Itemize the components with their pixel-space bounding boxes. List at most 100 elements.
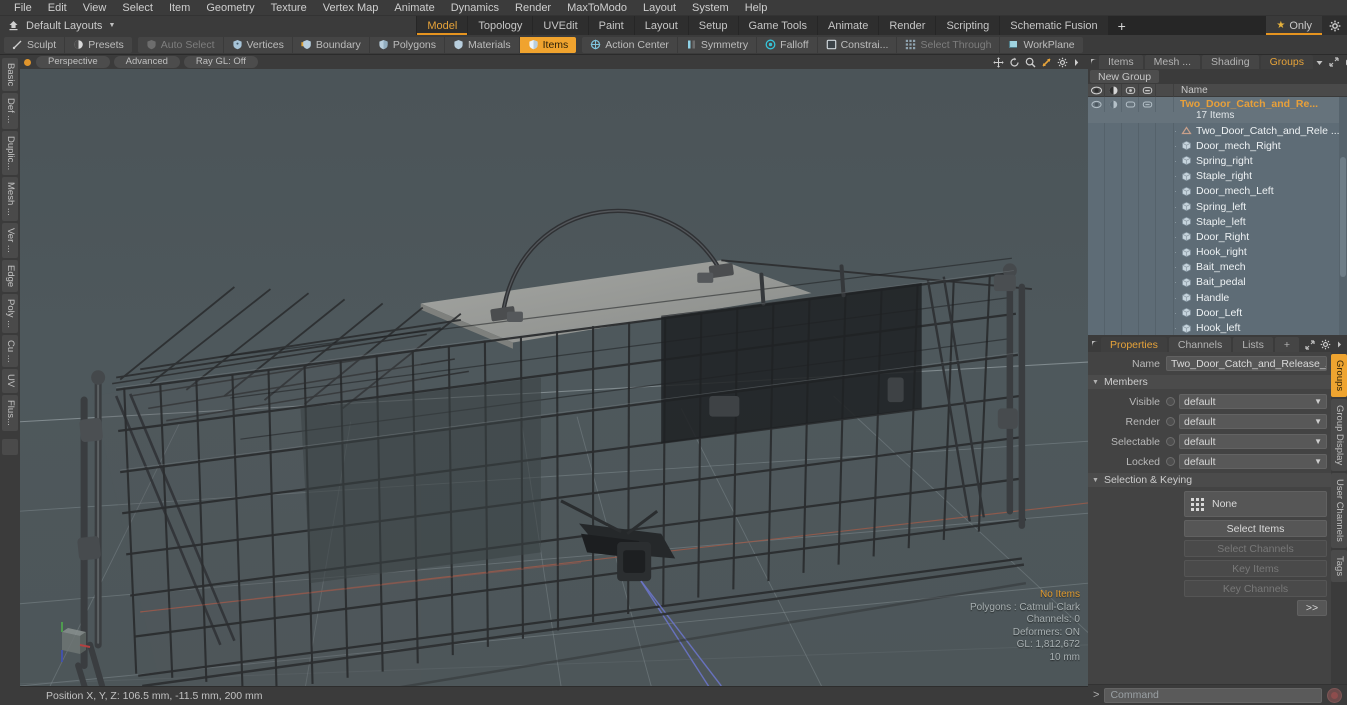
group-render-toggle[interactable] [1105, 97, 1122, 112]
name-field[interactable]: Two_Door_Catch_and_Release_/ [1166, 356, 1327, 371]
more-options-button[interactable]: >> [1297, 600, 1327, 616]
select-items-button[interactable]: Select Items [1184, 520, 1327, 537]
command-input[interactable]: Command [1104, 687, 1322, 703]
add-layout-tab-button[interactable]: + [1109, 18, 1135, 34]
list-item[interactable]: · Staple_right [1088, 169, 1347, 184]
left-tab-duplicate[interactable]: Duplic... [2, 130, 18, 175]
vertices-button[interactable]: Vertices [224, 36, 293, 53]
left-tab-mesh[interactable]: Mesh ... [2, 176, 18, 221]
layout-tab-layout[interactable]: Layout [635, 16, 689, 35]
expand-icon[interactable] [1305, 339, 1315, 350]
selectable-state-icon[interactable] [1166, 437, 1175, 446]
group-visible-toggle[interactable] [1088, 97, 1105, 112]
selection-mode-button[interactable]: None [1184, 491, 1327, 517]
gear-icon[interactable] [1057, 57, 1068, 68]
action-center-button[interactable]: Action Center [582, 36, 678, 53]
layout-tab-topology[interactable]: Topology [468, 16, 534, 35]
record-icon[interactable] [1327, 687, 1342, 703]
list-item[interactable]: · Door_Left [1088, 305, 1347, 320]
visible-state-icon[interactable] [1166, 397, 1175, 406]
eye-icon[interactable] [1088, 83, 1105, 97]
menu-item-vertex-map[interactable]: Vertex Map [315, 0, 387, 16]
workplane-button[interactable]: WorkPlane [1000, 37, 1082, 53]
right-tab-groups[interactable]: Groups [1260, 55, 1314, 69]
viewport-view-mode-button[interactable]: Perspective [36, 56, 110, 68]
viewport-shading-button[interactable]: Advanced [113, 56, 180, 68]
list-item[interactable]: · Spring_right [1088, 153, 1347, 168]
group-row[interactable]: Two_Door_Catch_and_Re... 17 Items [1088, 97, 1347, 123]
menu-item-view[interactable]: View [75, 0, 115, 16]
layout-tab-uvedit[interactable]: UVEdit [533, 16, 589, 35]
left-tab-polygon[interactable]: Poly ... [2, 293, 18, 333]
only-toggle-button[interactable]: ★ Only [1266, 16, 1322, 35]
menu-item-system[interactable]: System [684, 0, 737, 16]
group-selectable-toggle[interactable] [1122, 97, 1139, 112]
list-item[interactable]: · Two_Door_Catch_and_Rele ... [1088, 123, 1347, 138]
selectable-icon[interactable] [1122, 83, 1139, 97]
panel-menu-icon[interactable] [1090, 55, 1099, 69]
layout-preset-selector[interactable]: Default Layouts ▼ [0, 16, 122, 35]
viewport-axis-gizmo[interactable] [50, 620, 96, 666]
new-group-button[interactable]: New Group [1090, 70, 1160, 83]
move-icon[interactable] [993, 56, 1004, 68]
left-tab-edge[interactable]: Edge [2, 259, 18, 292]
menu-item-item[interactable]: Item [161, 0, 198, 16]
expand-icon[interactable] [1329, 57, 1339, 67]
menu-item-maxtomodo[interactable]: MaxToModo [559, 0, 635, 16]
chevron-down-icon[interactable] [1315, 58, 1324, 67]
properties-tab-lists[interactable]: Lists [1233, 337, 1273, 352]
menu-item-layout[interactable]: Layout [635, 0, 684, 16]
left-tab-vertex[interactable]: Ver ... [2, 222, 18, 258]
menu-item-help[interactable]: Help [737, 0, 776, 16]
boundary-button[interactable]: Boundary [293, 36, 370, 53]
list-item[interactable]: · Door_mech_Right [1088, 138, 1347, 153]
falloff-button[interactable]: Falloff [757, 36, 818, 53]
group-tree[interactable]: Two_Door_Catch_and_Re... 17 Items · Two_… [1088, 97, 1347, 335]
list-item[interactable]: · Door_mech_Left [1088, 184, 1347, 199]
layout-tab-render[interactable]: Render [879, 16, 937, 35]
left-tab-basic[interactable]: Basic [2, 58, 18, 92]
selection-keying-section-header[interactable]: ▼ Selection & Keying [1088, 473, 1331, 487]
right-tab-items[interactable]: Items [1099, 55, 1143, 69]
items-button[interactable]: Items [519, 36, 577, 53]
left-tab-collapse-handle[interactable] [2, 438, 18, 455]
side-tab-groups[interactable]: Groups [1331, 354, 1347, 398]
rotate-icon[interactable] [1009, 57, 1020, 68]
properties-tab-add[interactable]: + [1274, 337, 1299, 352]
viewport-3d[interactable]: No Items Polygons : Catmull-Clark Channe… [20, 69, 1088, 686]
menu-item-dynamics[interactable]: Dynamics [443, 0, 507, 16]
left-tab-fusion[interactable]: Flus... [2, 394, 18, 431]
render-dropdown[interactable]: default ▼ [1179, 414, 1327, 429]
render-state-icon[interactable] [1166, 417, 1175, 426]
fit-icon[interactable] [1041, 57, 1052, 68]
side-tab-tags[interactable]: Tags [1331, 550, 1347, 583]
list-item[interactable]: · Hook_left [1088, 320, 1347, 335]
viewport-raygl-button[interactable]: Ray GL: Off [183, 56, 258, 68]
menu-item-file[interactable]: File [6, 0, 40, 16]
list-item[interactable]: · Hook_right [1088, 245, 1347, 260]
right-tab-mesh[interactable]: Mesh ... [1144, 55, 1201, 69]
locked-dropdown[interactable]: default ▼ [1179, 454, 1327, 469]
tree-scrollbar[interactable] [1339, 97, 1347, 335]
layout-tab-schematic-fusion[interactable]: Schematic Fusion [1000, 16, 1109, 35]
menu-item-animate[interactable]: Animate [386, 0, 442, 16]
select-through-button[interactable]: Select Through [897, 36, 1001, 53]
right-tab-shading[interactable]: Shading [1202, 55, 1259, 69]
render-icon[interactable] [1105, 83, 1122, 97]
properties-menu-icon[interactable] [1090, 337, 1101, 352]
menu-item-edit[interactable]: Edit [40, 0, 75, 16]
settings-gear-button[interactable] [1322, 16, 1347, 35]
materials-button[interactable]: Materials [445, 36, 520, 53]
left-tab-curve[interactable]: Cu ... [2, 334, 18, 368]
visible-dropdown[interactable]: default ▼ [1179, 394, 1327, 409]
list-item[interactable]: · Door_Right [1088, 229, 1347, 244]
locked-state-icon[interactable] [1166, 457, 1175, 466]
members-section-header[interactable]: ▼ Members [1088, 375, 1331, 389]
selectable-dropdown[interactable]: default ▼ [1179, 434, 1327, 449]
viewport-menu-dot-icon[interactable] [24, 58, 31, 66]
chevron-right-icon[interactable] [1336, 340, 1343, 349]
sculpt-button[interactable]: Sculpt [4, 36, 66, 53]
layout-tab-game-tools[interactable]: Game Tools [739, 16, 818, 35]
lock-icon[interactable] [1139, 83, 1156, 97]
list-item[interactable]: · Bait_mech [1088, 260, 1347, 275]
